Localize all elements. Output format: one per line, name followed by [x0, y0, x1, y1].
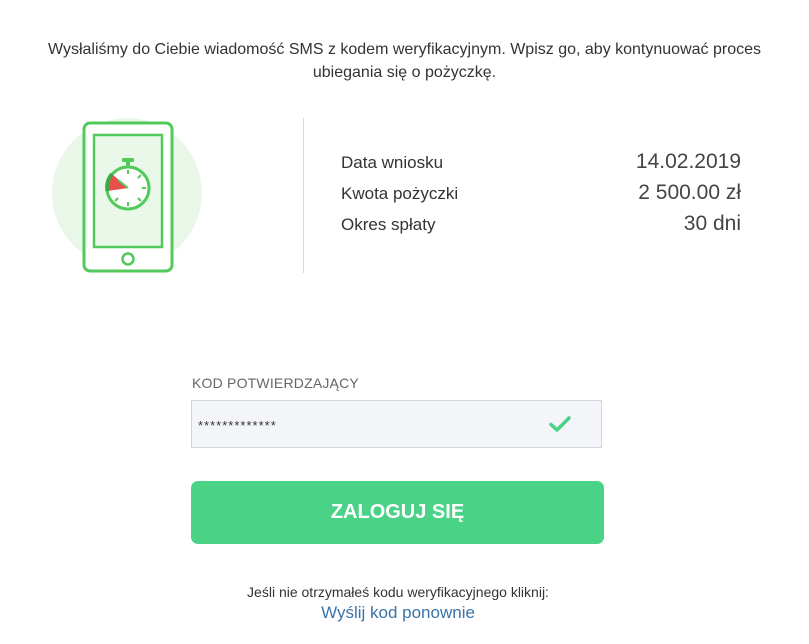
- intro-line-1: Wysłaliśmy do Ciebie wiadomość SMS z kod…: [48, 41, 761, 58]
- detail-row-loan-amount: Kwota pożyczki 2 500.00 zł: [341, 181, 741, 212]
- verification-code-label: KOD POTWIERDZAJĄCY: [192, 375, 359, 391]
- detail-row-repayment-period: Okres spłaty 30 dni: [341, 212, 741, 243]
- sms-verification-page: Wysłaliśmy do Ciebie wiadomość SMS z kod…: [0, 0, 809, 644]
- phone-stopwatch-icon: [52, 118, 212, 278]
- verification-code-field[interactable]: [191, 400, 602, 448]
- login-button[interactable]: ZALOGUJ SIĘ: [191, 481, 604, 544]
- detail-value-application-date: 14.02.2019: [635, 150, 741, 173]
- intro-text: Wysłaliśmy do Ciebie wiadomość SMS z kod…: [0, 38, 809, 84]
- intro-line-2: ubiegania się o pożyczkę.: [312, 64, 497, 81]
- detail-value-loan-amount: 2 500.00 zł: [638, 181, 741, 204]
- detail-label-loan-amount: Kwota pożyczki: [341, 184, 459, 203]
- application-details: Data wniosku 14.02.2019 Kwota pożyczki 2…: [341, 150, 741, 243]
- detail-label-application-date: Data wniosku: [341, 153, 444, 172]
- verification-code-input[interactable]: [198, 414, 528, 436]
- check-icon: [549, 415, 571, 433]
- detail-label-repayment-period: Okres spłaty: [341, 215, 436, 234]
- resend-code-link[interactable]: Wyślij kod ponownie: [0, 603, 796, 623]
- detail-row-application-date: Data wniosku 14.02.2019: [341, 150, 741, 181]
- detail-value-repayment-period: 30 dni: [683, 212, 741, 235]
- resend-info-text: Jeśli nie otrzymałeś kodu weryfikacyjneg…: [247, 584, 549, 600]
- vertical-divider: [303, 118, 304, 273]
